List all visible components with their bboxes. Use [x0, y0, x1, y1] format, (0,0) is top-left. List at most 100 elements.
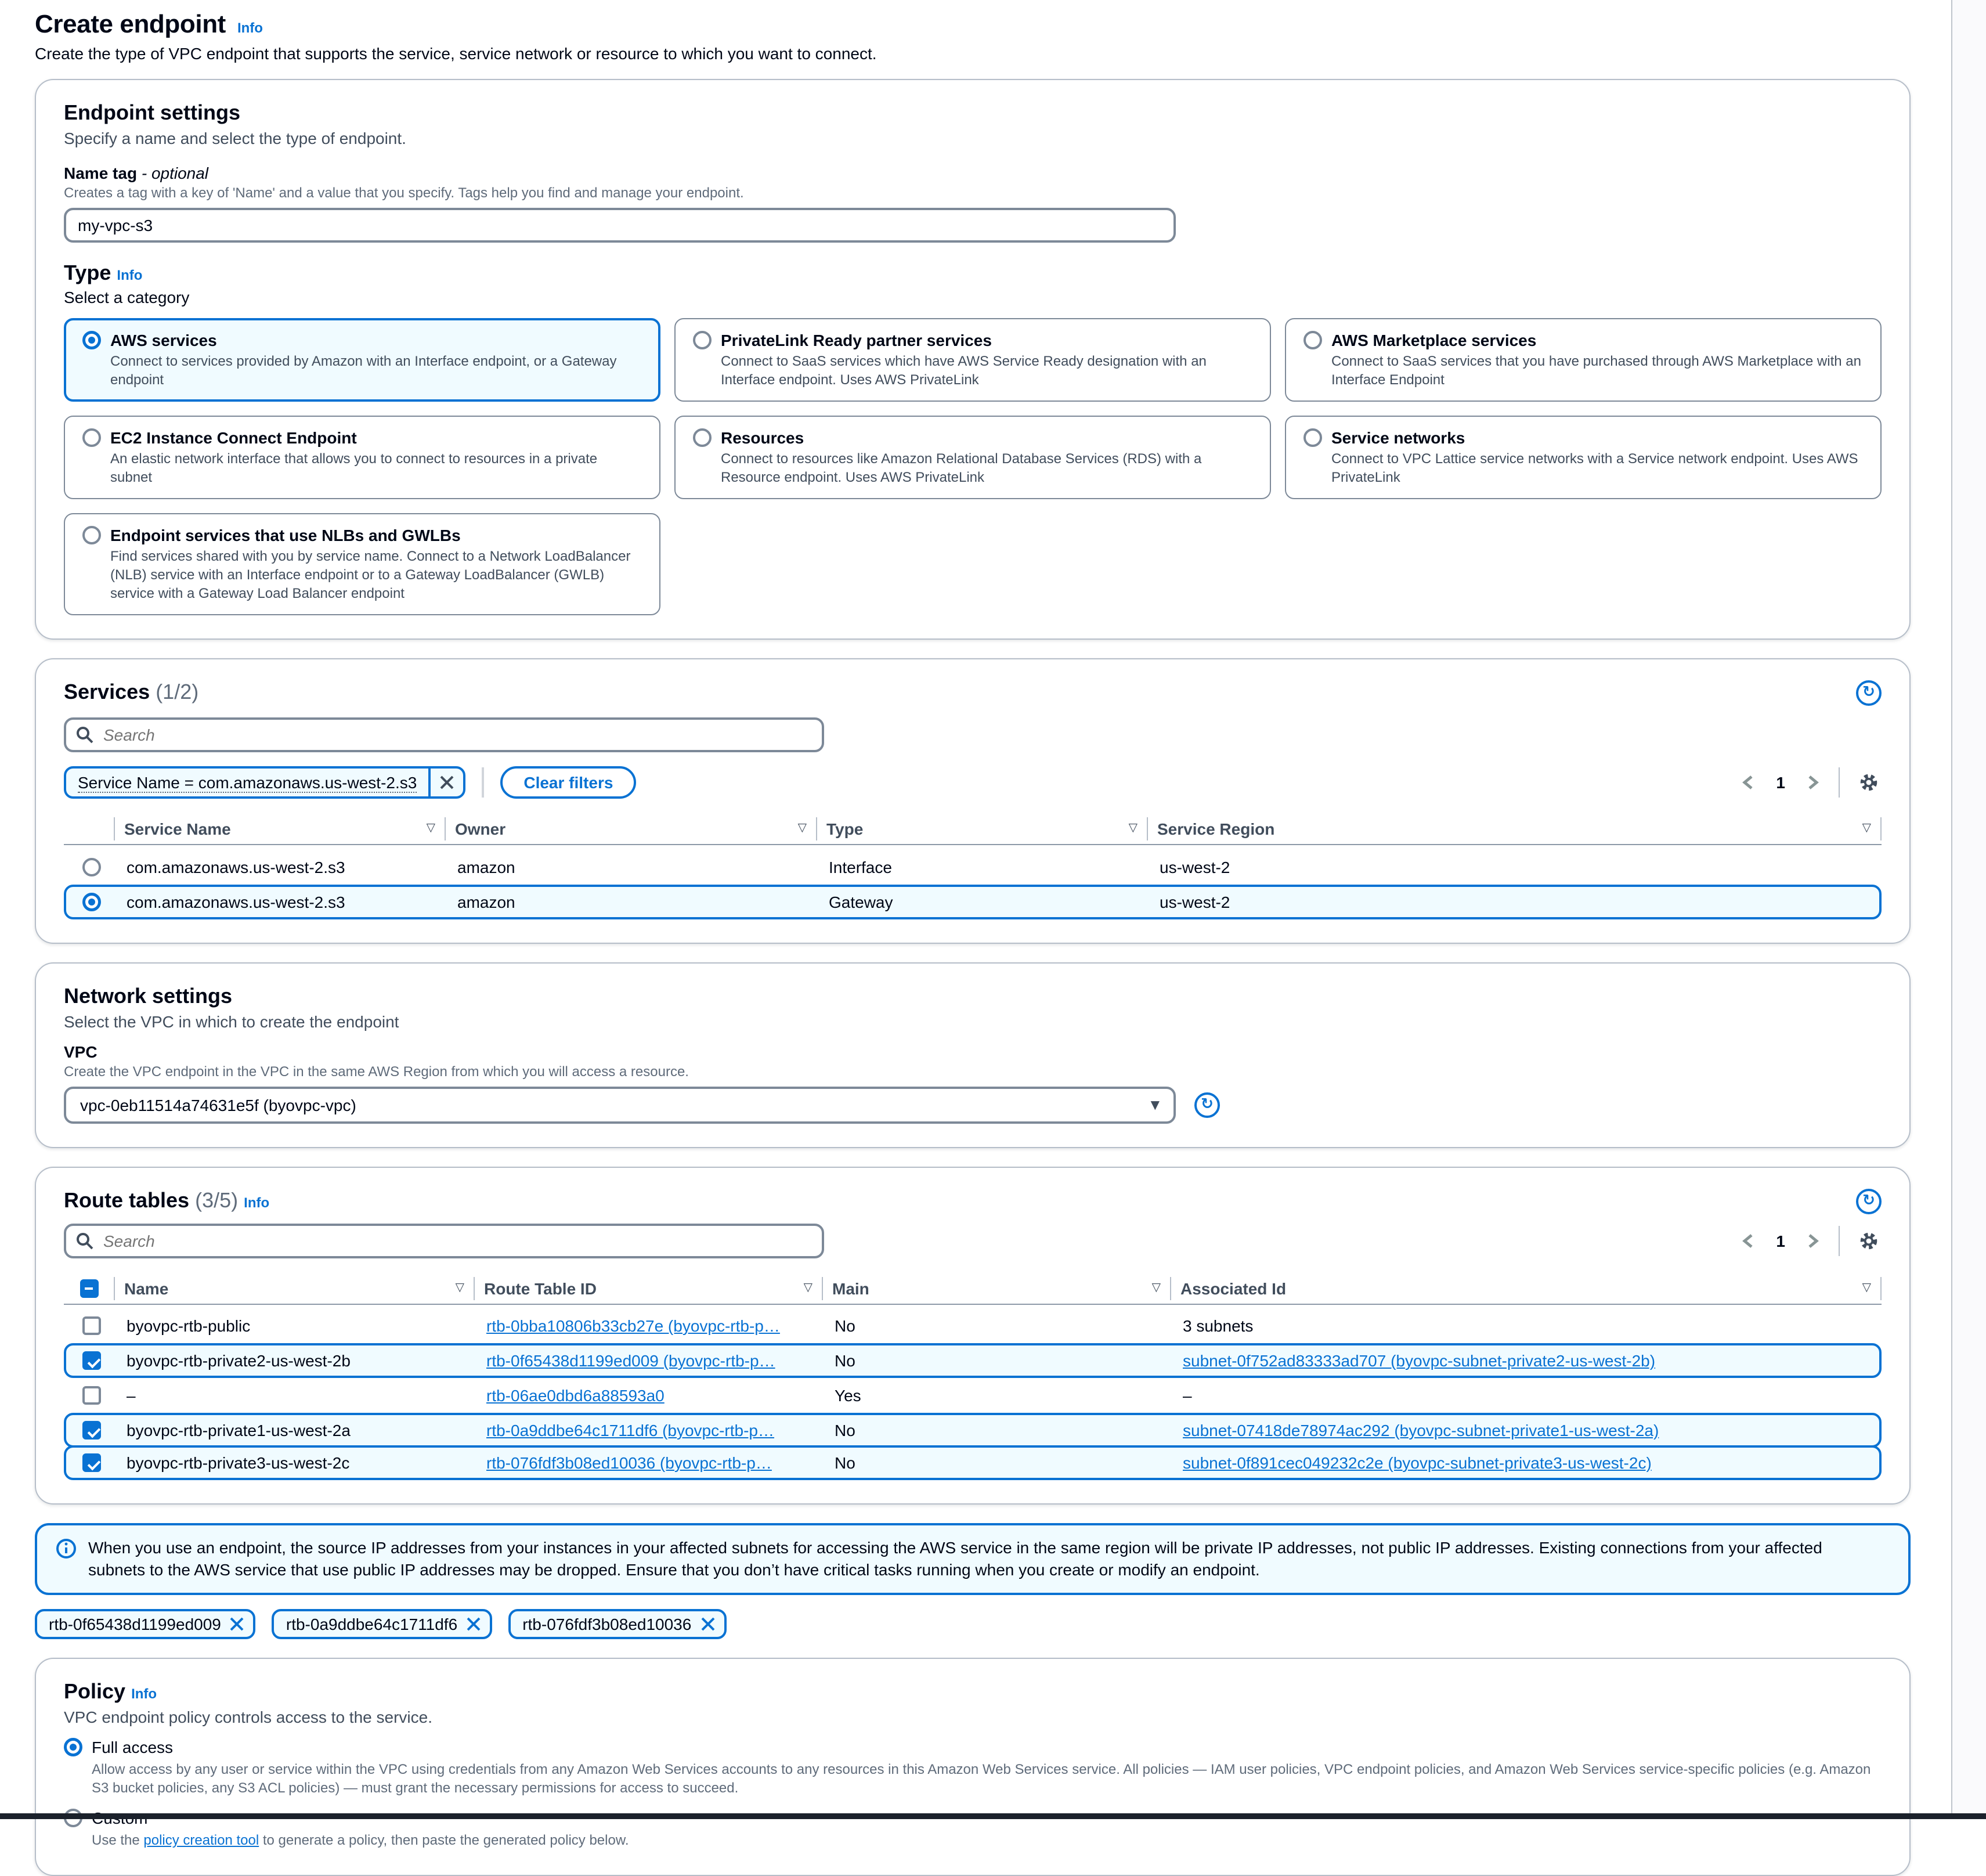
type-tile-service-networks[interactable]: Service networks Connect to VPC Lattice … — [1285, 416, 1882, 499]
row-radio-icon[interactable] — [82, 858, 101, 876]
row-checkbox[interactable] — [82, 1351, 101, 1370]
services-search-input[interactable] — [64, 717, 824, 752]
route-tables-counter: (3/5) — [195, 1189, 238, 1212]
route-table-row-private3[interactable]: byovpc-rtb-private3-us-west-2c rtb-076fd… — [64, 1445, 1882, 1480]
name-tag-help: Creates a tag with a key of 'Name' and a… — [64, 185, 1882, 201]
token-close-icon[interactable] — [700, 1617, 714, 1631]
filter-token-close-icon[interactable] — [431, 769, 463, 796]
services-search — [64, 717, 824, 752]
associated-subnet-link[interactable]: subnet-07418de78974ac292 (byovpc-subnet-… — [1183, 1421, 1659, 1440]
column-route-table-id[interactable]: Route Table ID▽ — [475, 1276, 823, 1300]
radio-icon[interactable] — [82, 331, 101, 349]
route-tables-info-link[interactable]: Info — [244, 1195, 269, 1211]
full-access-description: Allow access by any user or service with… — [92, 1760, 1882, 1797]
policy-full-access-option[interactable]: Full access — [64, 1738, 1882, 1756]
type-tile-privatelink-partner[interactable]: PrivateLink Ready partner services Conne… — [674, 318, 1271, 402]
policy-title: Policy Info — [64, 1680, 1882, 1704]
route-table-id-link[interactable]: rtb-06ae0dbd6a88593a0 — [486, 1386, 665, 1405]
radio-icon[interactable] — [693, 331, 712, 349]
sort-icon: ▽ — [449, 1282, 464, 1294]
route-tables-refresh-icon[interactable]: ↻ — [1856, 1189, 1882, 1214]
radio-icon[interactable] — [1303, 428, 1322, 447]
radio-icon[interactable] — [64, 1738, 82, 1756]
services-counter: (1/2) — [156, 680, 198, 704]
service-row-gateway[interactable]: com.amazonaws.us-west-2.s3 amazon Gatewa… — [64, 885, 1882, 919]
token-close-icon[interactable] — [467, 1617, 481, 1631]
services-preferences-gear-icon[interactable] — [1856, 770, 1882, 795]
route-table-row-public[interactable]: byovpc-rtb-public rtb-0bba10806b33cb27e … — [64, 1308, 1882, 1343]
associated-subnet-link[interactable]: subnet-0f891cec049232c2e (byovpc-subnet-… — [1183, 1453, 1652, 1472]
row-checkbox[interactable] — [82, 1316, 101, 1335]
route-tables-preferences-gear-icon[interactable] — [1856, 1228, 1882, 1254]
column-associated-id[interactable]: Associated Id▽ — [1171, 1276, 1882, 1300]
services-refresh-icon[interactable]: ↻ — [1856, 680, 1882, 706]
route-tables-pagination: 1 — [1739, 1226, 1882, 1256]
column-main[interactable]: Main▽ — [823, 1276, 1171, 1300]
route-table-id-link[interactable]: rtb-0f65438d1199ed009 (byovpc-rtb-p… — [486, 1351, 775, 1370]
type-tile-marketplace[interactable]: AWS Marketplace services Connect to SaaS… — [1285, 318, 1882, 402]
column-type[interactable]: Type▽ — [817, 817, 1148, 840]
radio-icon[interactable] — [1303, 331, 1322, 349]
route-table-id-link[interactable]: rtb-076fdf3b08ed10036 (byovpc-rtb-p… — [486, 1453, 772, 1472]
route-table-row-private1[interactable]: byovpc-rtb-private1-us-west-2a rtb-0a9dd… — [64, 1413, 1882, 1448]
alert-text: When you use an endpoint, the source IP … — [88, 1537, 1876, 1581]
radio-icon[interactable] — [82, 428, 101, 447]
policy-card: Policy Info VPC endpoint policy controls… — [35, 1658, 1911, 1876]
type-tile-ec2-instance-connect[interactable]: EC2 Instance Connect Endpoint An elastic… — [64, 416, 660, 499]
type-info-link[interactable]: Info — [117, 267, 142, 283]
route-tables-search-input[interactable] — [64, 1224, 824, 1258]
page-description: Create the type of VPC endpoint that sup… — [35, 44, 1911, 63]
clear-filters-button[interactable]: Clear filters — [500, 766, 636, 799]
chevron-down-icon: ▼ — [1151, 1099, 1160, 1112]
vpc-select[interactable]: vpc-0eb11514a74631e5f (byovpc-vpc) ▼ — [64, 1087, 1176, 1124]
row-radio-icon[interactable] — [82, 893, 101, 911]
sort-icon: ▽ — [797, 1282, 813, 1294]
radio-icon[interactable] — [82, 526, 101, 544]
page-title-info-link[interactable]: Info — [237, 20, 263, 36]
sort-icon: ▽ — [1122, 822, 1138, 835]
next-page-icon[interactable] — [1804, 772, 1822, 793]
next-page-icon[interactable] — [1804, 1231, 1822, 1251]
column-name[interactable]: Name▽ — [115, 1276, 475, 1300]
divider — [482, 767, 484, 798]
indeterminate-checkbox-icon — [80, 1279, 98, 1297]
column-service-name[interactable]: Service Name▽ — [115, 817, 446, 840]
name-tag-input[interactable] — [64, 208, 1176, 243]
column-service-region[interactable]: Service Region▽ — [1148, 817, 1882, 840]
token-close-icon[interactable] — [230, 1617, 244, 1631]
page-title: Create endpoint — [35, 9, 226, 39]
type-tile-resources[interactable]: Resources Connect to resources like Amaz… — [674, 416, 1271, 499]
route-tables-page-number[interactable]: 1 — [1769, 1232, 1792, 1250]
previous-page-icon[interactable] — [1739, 772, 1757, 793]
route-table-row-main[interactable]: – rtb-06ae0dbd6a88593a0 Yes – — [64, 1378, 1882, 1413]
route-table-id-link[interactable]: rtb-0bba10806b33cb27e (byovpc-rtb-p… — [486, 1316, 780, 1335]
row-checkbox[interactable] — [82, 1421, 101, 1440]
route-tables-table-header: Name▽ Route Table ID▽ Main▽ Associated I… — [64, 1272, 1882, 1305]
type-tile-aws-services[interactable]: AWS services Connect to services provide… — [64, 318, 660, 402]
policy-info-link[interactable]: Info — [131, 1686, 157, 1702]
services-page-number[interactable]: 1 — [1769, 773, 1792, 792]
type-tile-nlb-gwlb[interactable]: Endpoint services that use NLBs and GWLB… — [64, 513, 660, 615]
previous-page-icon[interactable] — [1739, 1231, 1757, 1251]
services-pagination: 1 — [1739, 767, 1882, 798]
route-table-id-link[interactable]: rtb-0a9ddbe64c1711df6 (byovpc-rtb-p… — [486, 1421, 774, 1440]
column-owner[interactable]: Owner▽ — [446, 817, 817, 840]
create-endpoint-page: Create endpoint Info Create the type of … — [0, 0, 1986, 1819]
route-table-row-private2[interactable]: byovpc-rtb-private2-us-west-2b rtb-0f654… — [64, 1343, 1882, 1378]
vpc-selected-value: vpc-0eb11514a74631e5f (byovpc-vpc) — [80, 1096, 356, 1114]
vpc-help: Create the VPC endpoint in the VPC in th… — [64, 1063, 1882, 1080]
route-tables-card: Route tables (3/5) Info ↻ — [35, 1167, 1911, 1505]
radio-icon[interactable] — [693, 428, 712, 447]
policy-creation-tool-link[interactable]: policy creation tool — [143, 1832, 259, 1848]
select-all-checkbox[interactable] — [64, 1276, 115, 1300]
type-subtitle: Select a category — [64, 288, 1882, 306]
sort-icon: ▽ — [791, 822, 807, 835]
endpoint-settings-title: Endpoint settings — [64, 101, 1882, 125]
right-panel-gutter — [1951, 0, 1986, 1813]
row-checkbox[interactable] — [82, 1453, 101, 1472]
subnets-popover-link[interactable]: 3 subnets — [1183, 1316, 1253, 1335]
vpc-refresh-icon[interactable]: ↻ — [1194, 1092, 1220, 1118]
associated-subnet-link[interactable]: subnet-0f752ad83333ad707 (byovpc-subnet-… — [1183, 1351, 1655, 1370]
row-checkbox[interactable] — [82, 1386, 101, 1405]
service-row-interface[interactable]: com.amazonaws.us-west-2.s3 amazon Interf… — [64, 850, 1882, 885]
